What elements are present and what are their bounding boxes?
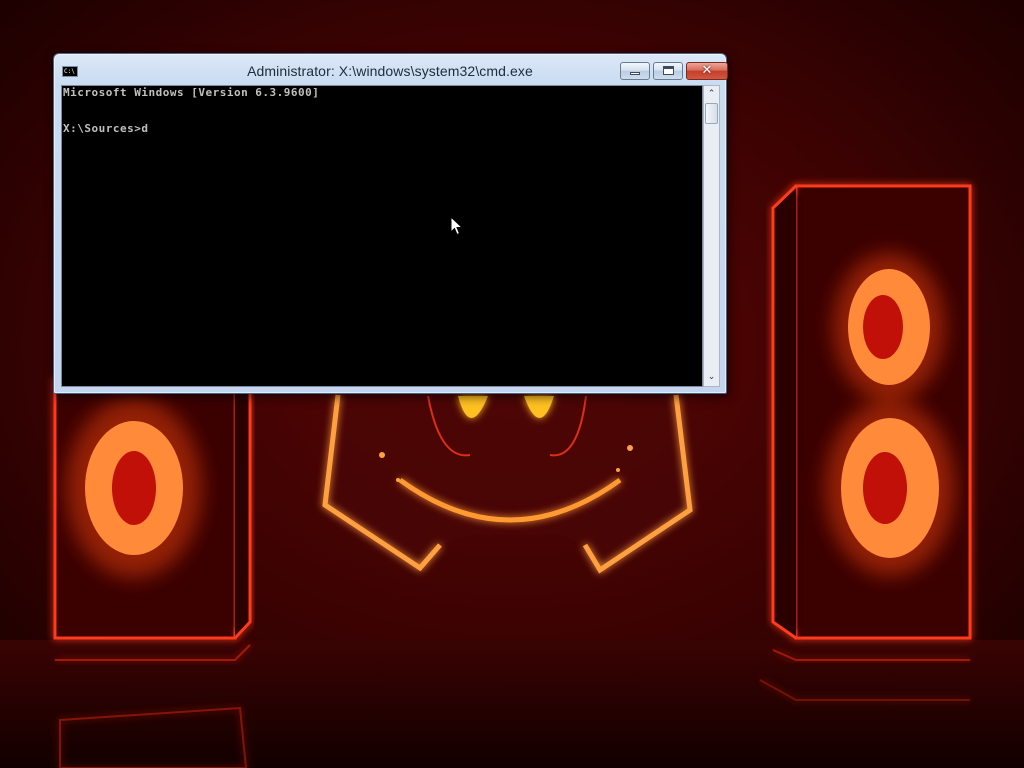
vertical-scrollbar[interactable]: ⌃ ⌄	[703, 85, 720, 387]
scroll-up-arrow-icon[interactable]: ⌃	[704, 86, 719, 103]
command-prompt-window[interactable]: C:\ Administrator: X:\windows\system32\c…	[53, 53, 728, 394]
console-prompt-line[interactable]: X:\Sources>d	[63, 123, 148, 135]
title-bar[interactable]: C:\ Administrator: X:\windows\system32\c…	[54, 54, 728, 85]
minimize-button[interactable]	[620, 62, 650, 80]
close-button[interactable]: ✕	[686, 62, 728, 80]
console-output-area[interactable]: Microsoft Windows [Version 6.3.9600] X:\…	[61, 85, 703, 387]
maximize-icon	[663, 66, 674, 75]
desktop: C:\ Administrator: X:\windows\system32\c…	[0, 0, 1024, 768]
scroll-down-arrow-icon[interactable]: ⌄	[704, 369, 719, 386]
console-line: Microsoft Windows [Version 6.3.9600]	[63, 86, 320, 99]
scroll-thumb[interactable]	[705, 103, 718, 124]
close-icon: ✕	[701, 63, 713, 78]
maximize-button[interactable]	[653, 62, 683, 80]
minimize-icon	[630, 72, 640, 75]
right-speaker-graphic	[759, 184, 972, 701]
mouse-pointer-icon	[450, 216, 463, 236]
